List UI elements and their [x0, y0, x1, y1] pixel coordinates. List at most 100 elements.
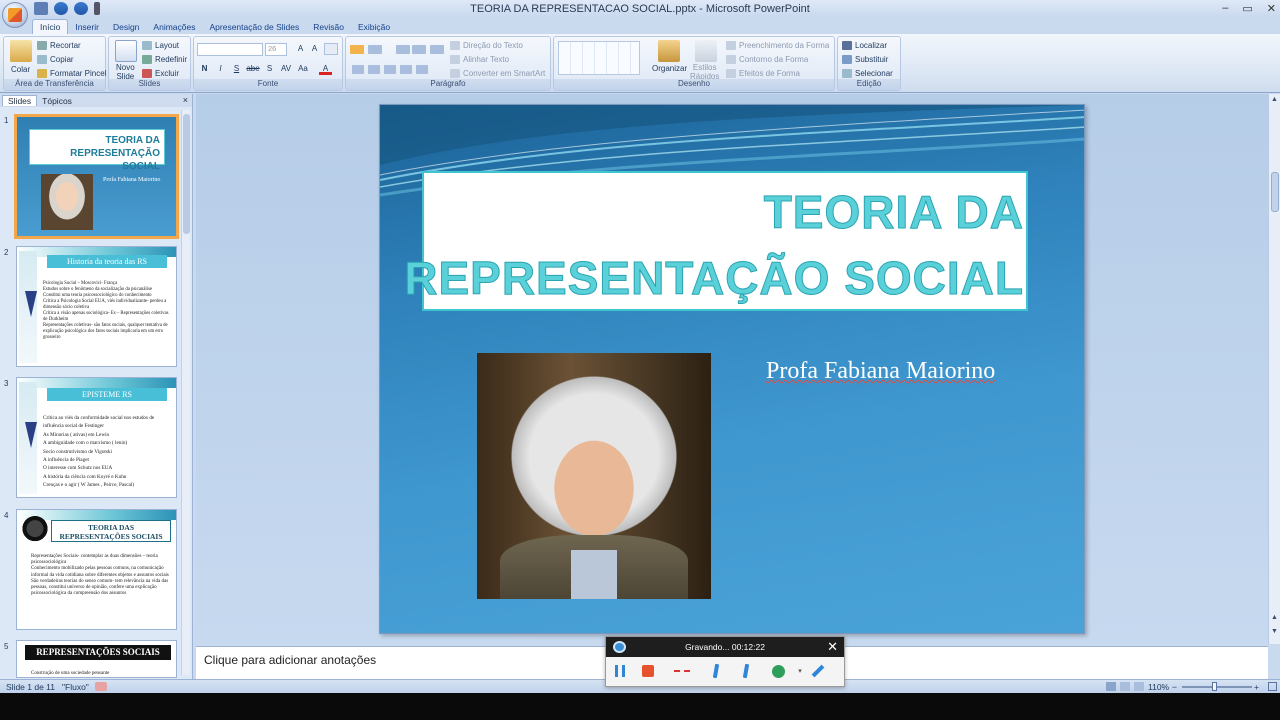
select-button[interactable]: Selecionar	[842, 69, 893, 78]
slide-thumbnail-5[interactable]: REPRESENTAÇÕES SOCIAIS Construção de uma…	[16, 640, 177, 678]
prev-slide-icon[interactable]: ▲	[1271, 614, 1278, 621]
next-slide-icon[interactable]: ▼	[1271, 628, 1278, 635]
webcam-overlay-button[interactable]	[770, 663, 786, 679]
close-window-button[interactable]: ✕	[1267, 2, 1276, 15]
format-painter-button[interactable]: Formatar Pincel	[37, 69, 106, 78]
editor-vertical-scrollbar[interactable]: ▲ ▲ ▼	[1268, 94, 1280, 644]
slide-thumbnail-2[interactable]: Historia da teoria das RS Psicologia Soc…	[16, 246, 177, 367]
tab-revisao[interactable]: Revisão	[306, 20, 351, 34]
pen-tool-button[interactable]	[810, 663, 826, 679]
list-item: Crenças e o agir ( W James , Peirce, Pas…	[43, 482, 134, 489]
line-spacing-icon[interactable]	[430, 45, 444, 54]
tab-apresentacao[interactable]: Apresentação de Slides	[202, 20, 306, 34]
underline-button[interactable]: S	[230, 63, 243, 75]
bold-button[interactable]: N	[198, 63, 211, 75]
shadow-button[interactable]: S	[263, 63, 276, 75]
thumb-title: EPISTEME RS	[47, 388, 167, 401]
shape-fill-button[interactable]: Preenchimento da Forma	[726, 41, 829, 50]
shape-effects-button[interactable]: Efeitos de Forma	[726, 69, 800, 78]
shape-outline-button[interactable]: Contorno da Forma	[726, 55, 808, 64]
slide-subtitle[interactable]: Profa Fabiana Maiorino	[766, 358, 995, 385]
stop-button[interactable]	[640, 663, 656, 679]
scroll-up-icon[interactable]: ▲	[1271, 96, 1278, 103]
normal-view-icon[interactable]	[1106, 682, 1116, 691]
slideshow-view-icon[interactable]	[1134, 682, 1144, 691]
current-slide[interactable]: TEORIA DA REPRESENTAÇÃO SOCIAL Profa Fab…	[379, 104, 1085, 634]
portrait-photo[interactable]	[477, 353, 711, 599]
drawing-group: Organizar Estilos Rápidos Preenchimento d…	[553, 36, 835, 91]
recorder-close-button[interactable]: ✕	[827, 639, 838, 655]
slide-thumbnail-4[interactable]: TEORIA DAS REPRESENTAÇÕES SOCIAIS Represe…	[16, 509, 177, 630]
cut-button[interactable]: Recortar	[37, 41, 81, 50]
font-color-button[interactable]: A	[319, 63, 332, 75]
tab-exibicao[interactable]: Exibição	[351, 20, 397, 34]
decrease-indent-icon[interactable]	[396, 45, 410, 54]
marker-tool-button[interactable]	[708, 663, 724, 679]
align-right-icon[interactable]	[384, 65, 396, 74]
paste-button[interactable]: Colar	[11, 65, 30, 74]
line-tool-button[interactable]	[674, 663, 690, 679]
thumb-side-strip	[19, 382, 37, 494]
tab-inserir[interactable]: Inserir	[68, 20, 106, 34]
list-item: As Minorias ( ativas) em Lewin	[43, 431, 110, 438]
tab-outline-panel[interactable]: Tópicos	[37, 96, 77, 106]
slide-thumbnail-1[interactable]: TEORIA DA REPRESENTAÇÃO SOCIAL Profa Fabi…	[14, 114, 179, 239]
ribbon: Colar Recortar Copiar Formatar Pincel Ár…	[0, 34, 1280, 93]
align-left-icon[interactable]	[352, 65, 364, 74]
justify-icon[interactable]	[400, 65, 412, 74]
grow-font-button[interactable]: A	[294, 43, 307, 55]
scrollbar-thumb[interactable]	[183, 114, 190, 234]
columns-icon[interactable]	[416, 65, 428, 74]
clear-format-icon[interactable]	[324, 43, 338, 55]
text-direction-button[interactable]: Direção do Texto	[450, 41, 523, 50]
zoom-level[interactable]: 110%	[1148, 682, 1169, 692]
shrink-font-button[interactable]: A	[308, 43, 321, 55]
slides-panel-scrollbar[interactable]	[181, 110, 190, 675]
highlighter-tool-button[interactable]	[738, 663, 754, 679]
align-center-icon[interactable]	[368, 65, 380, 74]
copy-button[interactable]: Copiar	[37, 55, 74, 64]
increase-indent-icon[interactable]	[412, 45, 426, 54]
fit-window-icon[interactable]	[1268, 682, 1277, 691]
minimize-button[interactable]: –	[1222, 2, 1228, 15]
sorter-view-icon[interactable]	[1120, 682, 1130, 691]
zoom-slider[interactable]	[1182, 686, 1252, 688]
thumb-subtitle: Profa Fabiana Maiorino	[103, 177, 161, 183]
pause-button[interactable]	[612, 663, 628, 679]
arrange-button[interactable]: Organizar	[652, 64, 687, 73]
tab-slides-panel[interactable]: Slides	[2, 95, 38, 106]
find-button[interactable]: Localizar	[842, 41, 887, 50]
align-text-button[interactable]: Alinhar Texto	[450, 55, 509, 64]
char-spacing-button[interactable]: AV	[278, 63, 294, 75]
tab-inicio[interactable]: Início	[32, 19, 69, 34]
font-name-input[interactable]	[197, 43, 263, 56]
slide-thumbnail-3[interactable]: EPISTEME RS Crítica ao viés da conformid…	[16, 377, 177, 498]
replace-button[interactable]: Substituir	[842, 55, 888, 64]
layout-button[interactable]: Layout	[142, 41, 179, 50]
office-button[interactable]	[2, 2, 28, 28]
italic-button[interactable]: I	[214, 63, 227, 75]
spellcheck-icon[interactable]	[95, 682, 107, 691]
reset-button[interactable]: Redefinir	[142, 55, 187, 64]
change-case-button[interactable]: Aa	[296, 63, 310, 75]
webcam-dropdown-icon[interactable]: ▾	[792, 663, 808, 679]
close-panel-icon[interactable]: ×	[183, 95, 188, 105]
zoom-in-icon[interactable]: +	[1254, 682, 1259, 692]
list-item: Representações Sociais- contemplar as du…	[31, 554, 158, 566]
bullets-icon[interactable]	[350, 45, 364, 54]
scrollbar-thumb[interactable]	[1271, 172, 1279, 212]
tab-animacoes[interactable]: Animações	[146, 20, 202, 34]
font-size-input[interactable]: 26	[265, 43, 287, 56]
slide-title-box[interactable]: TEORIA DA REPRESENTAÇÃO SOCIAL	[404, 171, 1028, 311]
align-text-icon	[450, 55, 460, 64]
shapes-gallery[interactable]	[558, 41, 640, 75]
convert-smartart-button[interactable]: Converter em SmartArt	[450, 69, 545, 78]
strikethrough-button[interactable]: abe	[245, 63, 261, 75]
restore-button[interactable]: ▭	[1242, 2, 1252, 15]
thumb-title-line: REPRESENTAÇÕES SOCIAIS	[59, 532, 163, 541]
tab-design[interactable]: Design	[106, 20, 146, 34]
numbering-icon[interactable]	[368, 45, 382, 54]
delete-slide-button[interactable]: Excluir	[142, 69, 179, 78]
zoom-slider-thumb[interactable]	[1212, 682, 1217, 691]
zoom-out-icon[interactable]: −	[1172, 682, 1177, 692]
